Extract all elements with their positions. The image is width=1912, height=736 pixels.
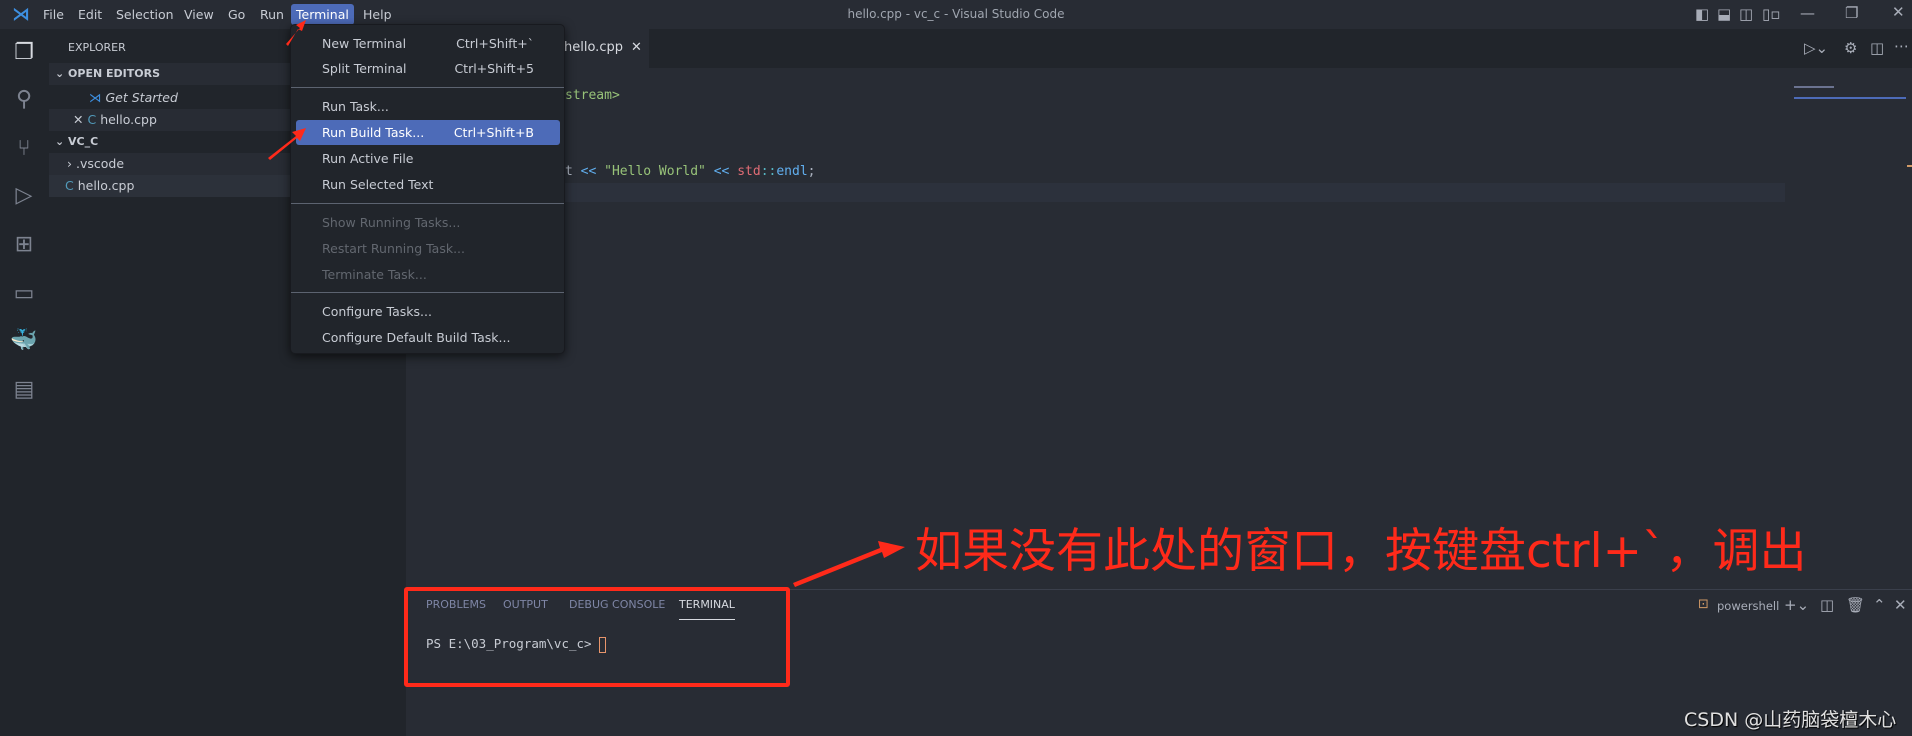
annotation-arrows <box>268 20 905 587</box>
arrow-icon <box>286 20 306 46</box>
arrow-icon <box>793 541 905 587</box>
annotation-text: 如果没有此处的窗口，按键盘ctrl+`，调出 <box>915 524 1807 579</box>
arrow-icon <box>268 128 306 160</box>
watermark: CSDN @山药脑袋檀木心 <box>1684 709 1897 731</box>
